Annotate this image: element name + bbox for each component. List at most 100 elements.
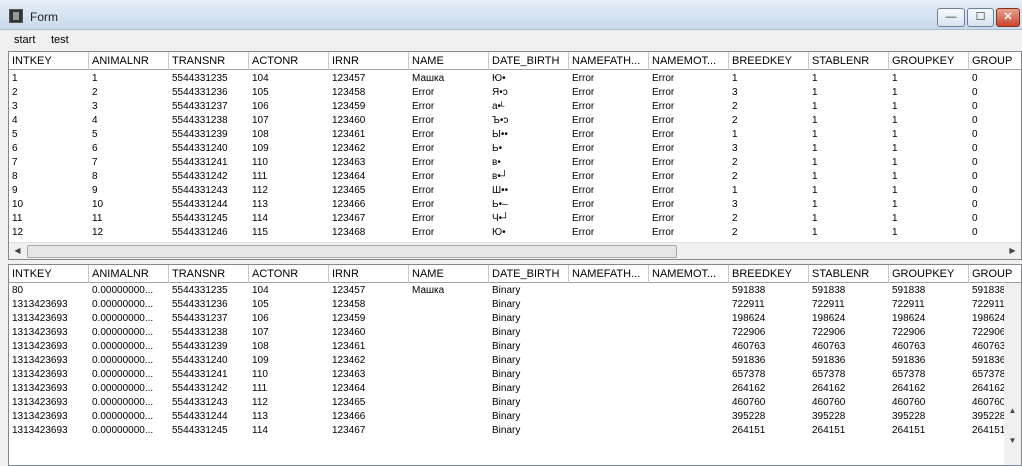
table-cell[interactable]: 591838	[889, 284, 969, 298]
table-cell[interactable]: 4	[9, 114, 89, 128]
table-row[interactable]: 1313423693 0.00000000... 5544331244 113 1234…	[9, 410, 1021, 424]
table-cell[interactable]: Error	[409, 198, 489, 212]
table-cell[interactable]: в•	[489, 156, 569, 170]
table-cell[interactable]: Binary	[489, 340, 569, 354]
table-cell[interactable]: 1	[89, 72, 165, 86]
table-cell[interactable]: 7	[9, 156, 89, 170]
table-cell[interactable]: 1	[809, 128, 889, 142]
table-cell[interactable]: 109	[249, 354, 329, 368]
column-header[interactable]: INTKEY	[9, 52, 89, 70]
table-cell[interactable]: 1	[809, 170, 889, 184]
table-cell[interactable]	[649, 382, 729, 396]
table-cell[interactable]: 7	[89, 156, 165, 170]
table-cell[interactable]: 1313423693	[9, 312, 89, 326]
table-cell[interactable]: 0	[969, 184, 1021, 198]
table-row[interactable]: 1313423693 0.00000000... 5544331238 107 1234…	[9, 326, 1021, 340]
table-row[interactable]: 1 1 5544331235 104 123457 Машка Ю• Error Error 1 1…	[9, 72, 1021, 86]
table-cell[interactable]	[569, 354, 649, 368]
table-cell[interactable]: 722906	[809, 326, 889, 340]
table-cell[interactable]: 1	[729, 128, 809, 142]
column-header[interactable]: GROUPKEY	[889, 265, 969, 283]
table-cell[interactable]: 1313423693	[9, 354, 89, 368]
table-cell[interactable]: 1313423693	[9, 326, 89, 340]
table-cell[interactable]: Ь•–	[489, 198, 569, 212]
table-cell[interactable]	[409, 312, 489, 326]
vertical-scrollbar[interactable]: ▲ ▼	[1004, 283, 1021, 465]
table-cell[interactable]: Ь•	[489, 142, 569, 156]
table-cell[interactable]: 4	[89, 114, 165, 128]
horizontal-scrollbar[interactable]: ◀ ▶	[9, 242, 1021, 259]
close-button[interactable]: ✕	[996, 8, 1020, 27]
table-cell[interactable]: 264151	[809, 424, 889, 438]
table-cell[interactable]: 395228	[889, 410, 969, 424]
table-cell[interactable]: 8	[9, 170, 89, 184]
table-cell[interactable]	[409, 368, 489, 382]
table-cell[interactable]: Ч•┘	[489, 212, 569, 226]
table-row[interactable]: 8 8 5544331242 111 123464 Error в•┘ Error Error 2…	[9, 170, 1021, 184]
table-cell[interactable]	[649, 396, 729, 410]
table-cell[interactable]: Error	[569, 142, 649, 156]
table-cell[interactable]: 5544331245	[169, 212, 249, 226]
table-cell[interactable]: 1313423693	[9, 340, 89, 354]
table-cell[interactable]: Error	[409, 86, 489, 100]
table-cell[interactable]: Я•ↄ	[489, 86, 569, 100]
table-cell[interactable]	[569, 298, 649, 312]
table-cell[interactable]: 0	[969, 72, 1021, 86]
table-row[interactable]: 11 11 5544331245 114 123467 Error Ч•┘ Error Erro…	[9, 212, 1021, 226]
table-cell[interactable]: 0	[969, 142, 1021, 156]
table-cell[interactable]: 0	[969, 156, 1021, 170]
table-cell[interactable]: 123459	[329, 312, 409, 326]
table-cell[interactable]: 460760	[729, 396, 809, 410]
table-cell[interactable]: Error	[649, 226, 729, 240]
table-cell[interactable]: 5544331240	[169, 142, 249, 156]
table-cell[interactable]	[649, 284, 729, 298]
table-cell[interactable]: 0.00000000...	[89, 382, 165, 396]
table-cell[interactable]: Binary	[489, 284, 569, 298]
column-header[interactable]: IRNR	[329, 52, 409, 70]
table-cell[interactable]: 123466	[329, 410, 409, 424]
table-cell[interactable]: в•┘	[489, 170, 569, 184]
table-cell[interactable]: 3	[89, 100, 165, 114]
table-row[interactable]: 3 3 5544331237 106 123459 Error а•ᴸ Error Error 2…	[9, 100, 1021, 114]
column-header[interactable]: TRANSNR	[169, 52, 249, 70]
table-cell[interactable]: а•ᴸ	[489, 100, 569, 114]
menu-item-test[interactable]: test	[51, 34, 69, 46]
column-header[interactable]: IRNR	[329, 265, 409, 283]
table-cell[interactable]	[409, 298, 489, 312]
table-row[interactable]: 1313423693 0.00000000... 5544331243 112 1234…	[9, 396, 1021, 410]
table-cell[interactable]: 1	[889, 170, 969, 184]
column-header[interactable]: GROUP	[969, 265, 1021, 283]
table-cell[interactable]: 5544331236	[169, 298, 249, 312]
table-cell[interactable]: 1	[889, 72, 969, 86]
table-row[interactable]: 2 2 5544331236 105 123458 Error Я•ↄ Error Error 3…	[9, 86, 1021, 100]
column-header[interactable]: ANIMALNR	[89, 265, 169, 283]
table-cell[interactable]: 1313423693	[9, 382, 89, 396]
table-cell[interactable]: 3	[729, 198, 809, 212]
table-cell[interactable]: 111	[249, 170, 329, 184]
table-row[interactable]: 1313423693 0.00000000... 5544331241 110 1234…	[9, 368, 1021, 382]
data-grid-top[interactable]: INTKEY ANIMALNR TRANSNR ACTONR IRNR NAME DATE_…	[8, 51, 1022, 260]
table-cell[interactable]: 5	[89, 128, 165, 142]
table-cell[interactable]: 1	[889, 114, 969, 128]
scroll-up-icon[interactable]: ▲	[1004, 403, 1021, 419]
table-cell[interactable]: 1	[729, 72, 809, 86]
table-cell[interactable]: 0.00000000...	[89, 284, 165, 298]
table-cell[interactable]: 108	[249, 128, 329, 142]
table-cell[interactable]	[569, 410, 649, 424]
table-cell[interactable]: 1	[809, 72, 889, 86]
table-row[interactable]: 7 7 5544331241 110 123463 Error в• Error Error 2 1…	[9, 156, 1021, 170]
table-cell[interactable]: 0	[969, 198, 1021, 212]
column-header[interactable]: DATE_BIRTH	[489, 52, 569, 70]
column-header[interactable]: GROUPKEY	[889, 52, 969, 70]
table-cell[interactable]: Error	[409, 156, 489, 170]
table-cell[interactable]: 5544331244	[169, 198, 249, 212]
table-cell[interactable]: 123458	[329, 298, 409, 312]
table-cell[interactable]: 115	[249, 226, 329, 240]
table-cell[interactable]: 2	[729, 170, 809, 184]
table-cell[interactable]: 11	[9, 212, 89, 226]
table-cell[interactable]: Error	[569, 72, 649, 86]
table-cell[interactable]: 5544331246	[169, 226, 249, 240]
table-cell[interactable]: 1	[889, 100, 969, 114]
table-cell[interactable]: 123457	[329, 72, 409, 86]
table-cell[interactable]: 106	[249, 100, 329, 114]
